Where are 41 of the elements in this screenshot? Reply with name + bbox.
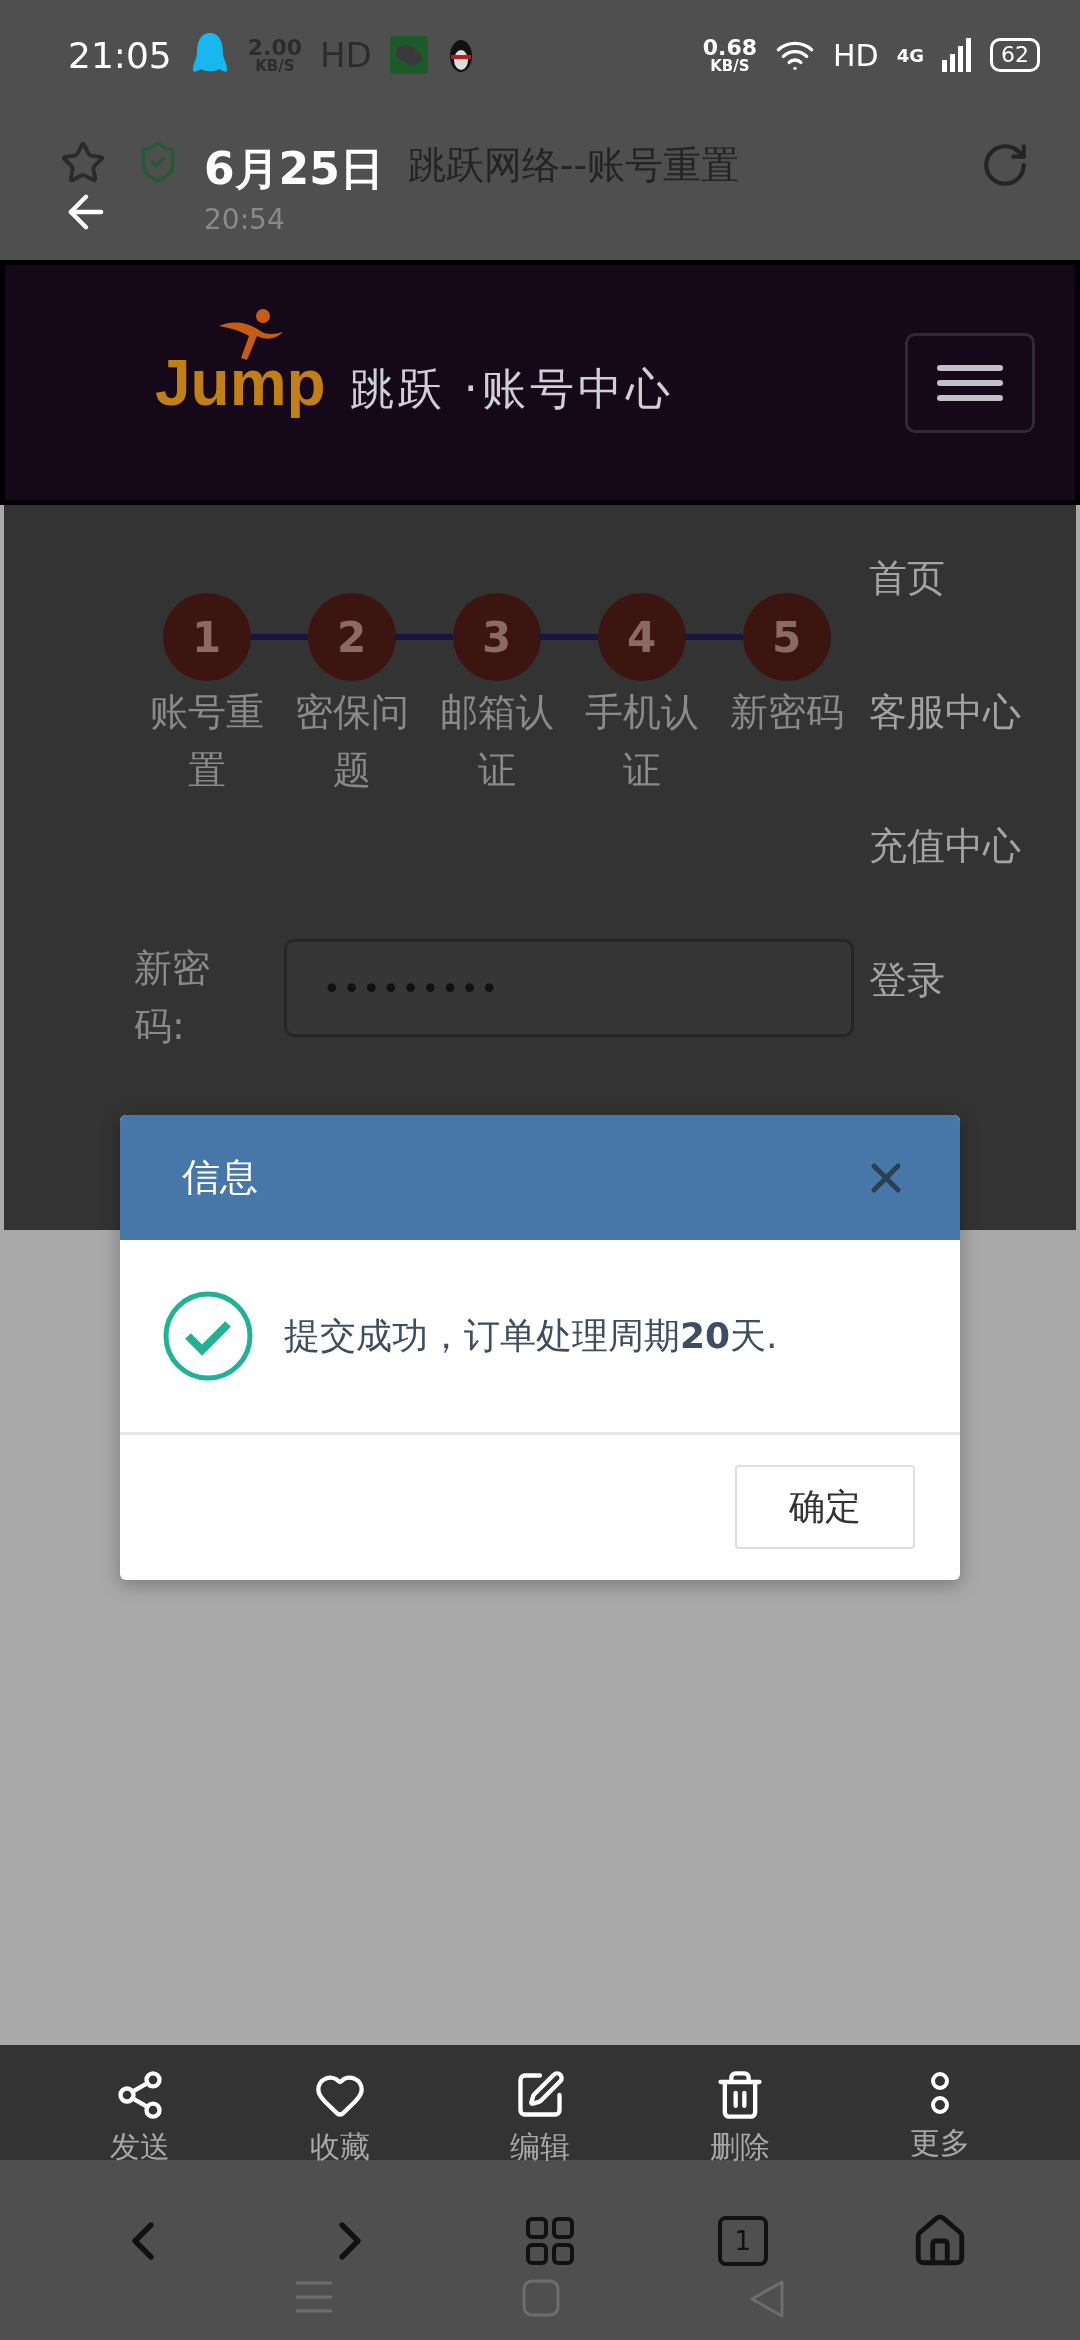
dialog-title: 信息 [182, 1154, 258, 1201]
toolbar-button[interactable]: 收藏 [275, 2045, 405, 2205]
grid-icon[interactable] [525, 2216, 575, 2266]
step-number: 1 [162, 593, 251, 681]
step-label: 密保问题 [293, 689, 410, 794]
field-label: 新密码: [134, 945, 211, 1050]
menu-item[interactable]: 充值中心 [869, 818, 1021, 874]
toolbar-button[interactable]: 发送 [75, 2045, 205, 2205]
signal-icon [942, 38, 972, 72]
network-speed: 0.68 KB/S [702, 36, 757, 74]
step-label: 账号重置 [148, 689, 265, 794]
step-number: 2 [307, 593, 396, 681]
menu-item[interactable]: 首页 [869, 550, 1021, 606]
step-label: 手机认证 [583, 689, 700, 794]
site-title: 跳跃 ·账号中心 [349, 362, 674, 416]
step-number: 3 [452, 593, 541, 681]
toolbar-button[interactable]: 更多 [875, 2045, 1005, 2205]
photo-time: 20:54 [204, 203, 286, 236]
chat-app-icon [389, 36, 428, 74]
status-time: 21:05 [68, 34, 172, 76]
step-number: 4 [597, 593, 686, 681]
toolbar-button[interactable]: 编辑 [475, 2045, 605, 2205]
square-icon[interactable] [522, 2279, 560, 2317]
menu-item[interactable]: 登录 [869, 952, 1021, 1008]
battery-level: 62 [990, 38, 1040, 72]
triangle-icon[interactable] [748, 2279, 786, 2319]
dialog-message: 提交成功，订单处理周期20天. [284, 1313, 778, 1358]
step-number: 5 [742, 593, 831, 681]
logo-text: Jump [155, 345, 326, 420]
menu-icon[interactable] [294, 2279, 334, 2315]
confirm-button[interactable]: 确定 [735, 1465, 915, 1549]
toolbar-button[interactable]: 删除 [675, 2045, 805, 2205]
step-label: 邮箱认证 [438, 689, 555, 794]
photo-date: 6月25日 [204, 142, 384, 196]
menu-item[interactable]: 客服中心 [869, 684, 1021, 740]
step-label: 新密码 [728, 689, 845, 736]
success-icon [162, 1290, 254, 1382]
menu-button[interactable] [905, 332, 1035, 433]
network-type: 4G [896, 44, 924, 66]
more-icon [930, 2069, 950, 2117]
hd-label: HD [833, 37, 879, 73]
